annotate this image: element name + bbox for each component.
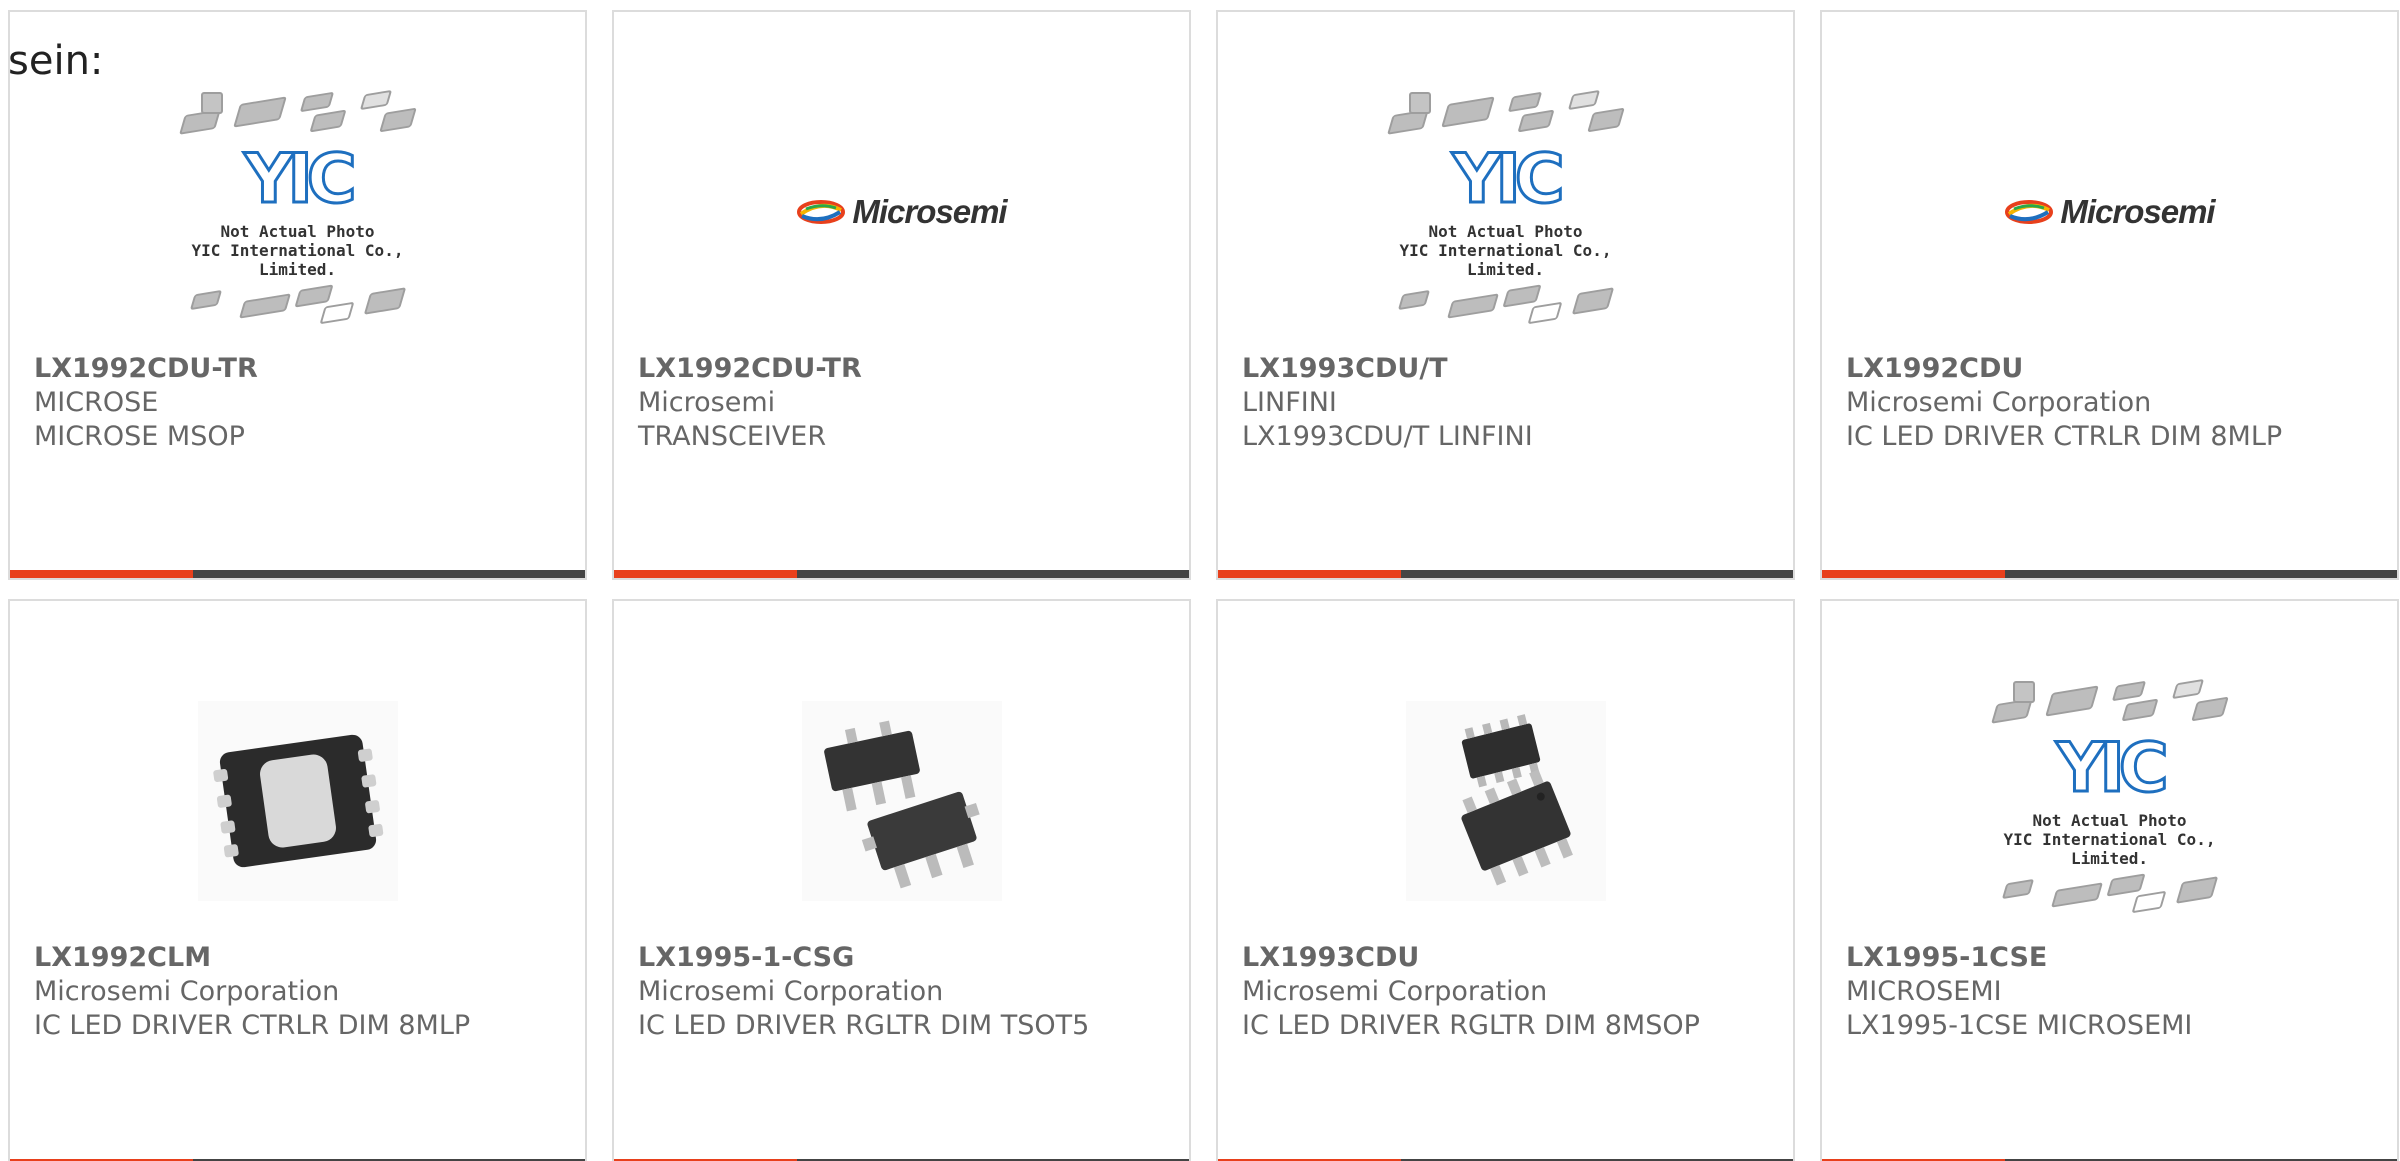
yic-placeholder-image: YIC Not Actual Photo YIC International C… <box>1371 89 1641 332</box>
part-number-link[interactable]: LX1992CDU <box>1846 352 2377 386</box>
card-bottom-bar <box>614 570 1189 578</box>
lead-text: sein: <box>8 38 104 84</box>
yic-logo: YIC <box>2055 728 2170 810</box>
part-number-link[interactable]: LX1993CDU/T <box>1242 352 1773 386</box>
yic-caption-line1: Not Actual Photo <box>220 222 375 241</box>
product-card[interactable]: LX1992CLM Microsemi Corporation IC LED D… <box>8 599 587 1161</box>
product-card[interactable]: LX1995-1-CSG Microsemi Corporation IC LE… <box>612 599 1191 1161</box>
microsemi-logo-text: Microsemi <box>2060 193 2215 230</box>
microsemi-swoosh-icon <box>2005 200 2054 224</box>
microsemi-logo: Microsemi <box>2004 193 2216 231</box>
product-card[interactable]: YIC Not Actual Photo YIC International C… <box>1820 599 2399 1161</box>
manufacturer: MICROSEMI <box>1846 976 2002 1007</box>
product-info: LX1993CDU Microsemi Corporation IC LED D… <box>1242 941 1773 1043</box>
product-info: LX1992CDU-TR Microsemi TRANSCEIVER <box>638 352 1169 454</box>
product-grid-page: sein: YIC Not Actual Photo YIC Internati… <box>0 0 2400 1161</box>
product-image[interactable]: Microsemi <box>1822 72 2397 352</box>
microsemi-logo-text: Microsemi <box>852 193 1007 230</box>
card-accent-bar <box>1822 570 2005 578</box>
product-card[interactable]: LX1993CDU Microsemi Corporation IC LED D… <box>1216 599 1795 1161</box>
product-card[interactable]: Microsemi LX1992CDU-TR Microsemi TRANSCE… <box>612 10 1191 580</box>
product-card[interactable]: YIC Not Actual Photo YIC International C… <box>1216 10 1795 580</box>
yic-caption: Not Actual Photo YIC International Co., … <box>1975 811 2245 868</box>
manufacturer: LINFINI <box>1242 387 1337 418</box>
manufacturer: Microsemi Corporation <box>34 976 340 1007</box>
description: LX1995-1CSE MICROSEMI <box>1846 1010 2193 1041</box>
yic-caption: Not Actual Photo YIC International Co., … <box>163 222 433 279</box>
card-accent-bar <box>614 570 797 578</box>
product-image[interactable] <box>1218 661 1793 941</box>
manufacturer: MICROSE <box>34 387 159 418</box>
manufacturer: Microsemi <box>638 387 776 418</box>
yic-caption-line2: YIC International Co., Limited. <box>191 241 404 279</box>
yic-caption-line2: YIC International Co., Limited. <box>2003 830 2216 868</box>
card-bottom-bar <box>10 570 585 578</box>
microsemi-logo: Microsemi <box>796 193 1008 231</box>
yic-caption-line1: Not Actual Photo <box>2032 811 2187 830</box>
card-bottom-bar <box>1822 570 2397 578</box>
microsemi-swoosh-icon <box>797 200 846 224</box>
product-image[interactable]: Microsemi <box>614 72 1189 352</box>
card-accent-bar <box>1218 570 1401 578</box>
manufacturer: Microsemi Corporation <box>1846 387 2152 418</box>
yic-placeholder-image: YIC Not Actual Photo YIC International C… <box>163 89 433 332</box>
part-number-link[interactable]: LX1992CLM <box>34 941 565 975</box>
yic-caption-line1: Not Actual Photo <box>1428 222 1583 241</box>
description: LX1993CDU/T LINFINI <box>1242 421 1533 452</box>
yic-caption: Not Actual Photo YIC International Co., … <box>1371 222 1641 279</box>
product-info: LX1995-1-CSG Microsemi Corporation IC LE… <box>638 941 1169 1043</box>
product-card[interactable]: Microsemi LX1992CDU Microsemi Corporatio… <box>1820 10 2399 580</box>
part-number-link[interactable]: LX1995-1CSE <box>1846 941 2377 975</box>
description: IC LED DRIVER CTRLR DIM 8MLP <box>34 1010 471 1041</box>
manufacturer: Microsemi Corporation <box>638 976 944 1007</box>
product-image[interactable] <box>10 661 585 941</box>
manufacturer: Microsemi Corporation <box>1242 976 1548 1007</box>
product-image[interactable]: YIC Not Actual Photo YIC International C… <box>1822 661 2397 941</box>
product-image[interactable]: YIC Not Actual Photo YIC International C… <box>1218 72 1793 352</box>
description: IC LED DRIVER RGLTR DIM 8MSOP <box>1242 1010 1700 1041</box>
card-accent-bar <box>10 570 193 578</box>
product-grid: YIC Not Actual Photo YIC International C… <box>8 10 2400 1161</box>
part-number-link[interactable]: LX1995-1-CSG <box>638 941 1169 975</box>
yic-logo: YIC <box>1451 139 1566 221</box>
product-card[interactable]: YIC Not Actual Photo YIC International C… <box>8 10 587 580</box>
product-info: LX1992CDU-TR MICROSE MICROSE MSOP <box>34 352 565 454</box>
part-number-link[interactable]: LX1993CDU <box>1242 941 1773 975</box>
product-info: LX1992CDU Microsemi Corporation IC LED D… <box>1846 352 2377 454</box>
description: TRANSCEIVER <box>638 421 827 452</box>
product-info: LX1993CDU/T LINFINI LX1993CDU/T LINFINI <box>1242 352 1773 454</box>
product-image[interactable] <box>614 661 1189 941</box>
product-info: LX1995-1CSE MICROSEMI LX1995-1CSE MICROS… <box>1846 941 2377 1043</box>
part-number-link[interactable]: LX1992CDU-TR <box>638 352 1169 386</box>
yic-placeholder-image: YIC Not Actual Photo YIC International C… <box>1975 678 2245 921</box>
tsot-package-photo <box>801 701 1002 901</box>
part-number-link[interactable]: LX1992CDU-TR <box>34 352 565 386</box>
product-info: LX1992CLM Microsemi Corporation IC LED D… <box>34 941 565 1043</box>
product-image[interactable]: YIC Not Actual Photo YIC International C… <box>10 72 585 352</box>
card-bottom-bar <box>1218 570 1793 578</box>
description: MICROSE MSOP <box>34 421 245 452</box>
mlp-package-photo <box>197 701 398 901</box>
yic-logo: YIC <box>243 139 358 221</box>
msop-package-photo <box>1405 701 1606 901</box>
yic-caption-line2: YIC International Co., Limited. <box>1399 241 1612 279</box>
description: IC LED DRIVER CTRLR DIM 8MLP <box>1846 421 2283 452</box>
description: IC LED DRIVER RGLTR DIM TSOT5 <box>638 1010 1090 1041</box>
